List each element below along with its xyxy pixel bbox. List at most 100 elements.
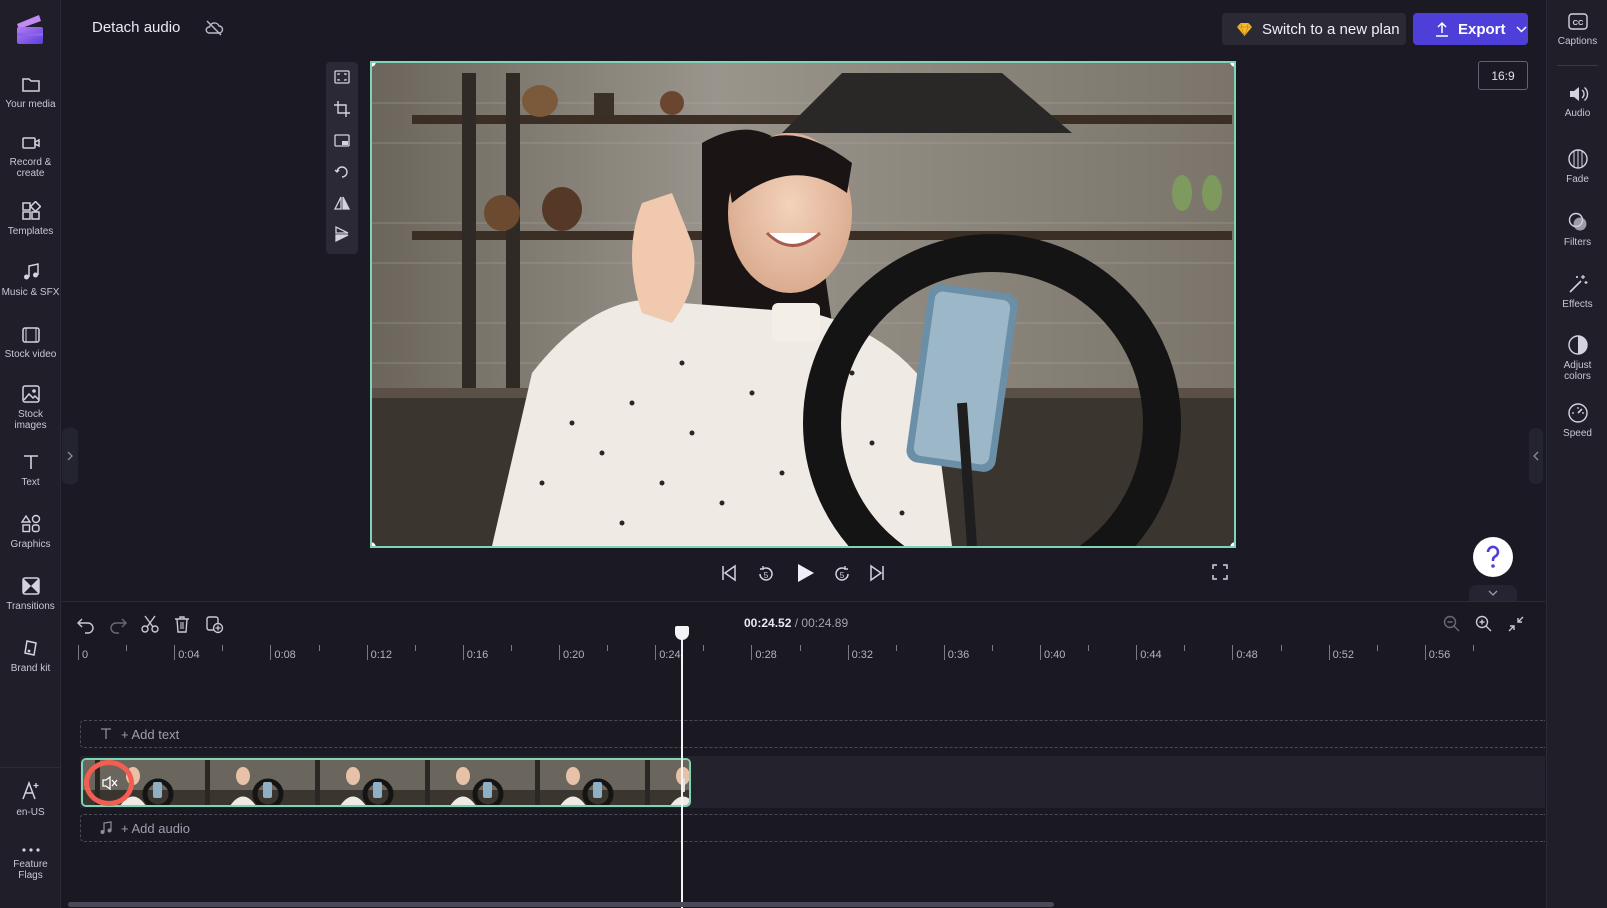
rewind-5s-icon[interactable]: 5 [756,564,776,584]
skip-back-icon[interactable] [720,564,738,582]
rail-templates[interactable]: Templates [0,201,61,237]
ruler-label: 0:20 [563,649,585,661]
rail-speed[interactable]: Speed [1547,402,1607,439]
ruler-minor-tick [126,645,128,651]
chevron-left-icon [1533,451,1539,461]
clipchamp-logo[interactable] [13,12,47,46]
duplicate-icon[interactable] [204,614,224,634]
question-mark-icon [1486,545,1500,568]
undo-icon[interactable] [76,614,96,634]
rail-filters[interactable]: Filters [1547,211,1607,248]
ruler-major-tick [270,645,272,660]
rail-label: Speed [1563,428,1592,439]
collapse-preview-handle[interactable] [1469,585,1517,601]
rail-text[interactable]: Text [0,452,61,488]
rail-stock-images[interactable]: Stock images [0,384,61,431]
crop-icon[interactable] [333,100,351,118]
ruler-label: 0:52 [1332,649,1355,661]
rotate-icon[interactable] [333,163,351,181]
rail-graphics[interactable]: Graphics [0,514,61,550]
mute-button-highlight [84,760,134,806]
ruler-major-tick [174,645,176,660]
ruler-label: 0:40 [1044,649,1066,661]
project-title[interactable]: Detach audio [92,19,180,36]
chevron-down-icon [1488,590,1498,596]
cloud-off-icon[interactable] [204,18,224,38]
ruler-major-tick [462,645,464,660]
ruler-major-tick [847,645,849,660]
rail-music-sfx[interactable]: Music & SFX [0,262,61,298]
rail-transitions[interactable]: Transitions [0,576,61,612]
ruler-major-tick [1040,645,1041,660]
ruler-minor-tick [1280,645,1282,651]
ruler-label: 0:24 [659,649,681,661]
rail-feature-flags[interactable]: Feature Flags [0,846,61,881]
resize-handle-bottom-right[interactable] [1230,542,1234,546]
rail-label: Captions [1557,36,1598,47]
rail-label: Fade [1566,174,1589,185]
video-preview[interactable] [370,61,1236,548]
fullscreen-icon[interactable] [1212,564,1228,580]
export-button[interactable]: Export [1413,13,1528,45]
left-sidebar: Your media Record & create Templates Mus… [0,0,61,908]
adjust-colors-icon [1567,335,1588,355]
add-audio-label: + Add audio [121,820,191,836]
rail-label: Filters [1563,237,1592,248]
forward-5s-icon[interactable]: 5 [832,564,852,584]
rail-record-create[interactable]: Record & create [0,134,61,179]
chevron-down-icon [1515,25,1527,33]
timeline-ruler[interactable]: 0 0:04 0:08 0:12 0:16 0:20 0:24 0:28 0:32 0:36 0:4… [78,642,1545,666]
play-icon[interactable] [794,562,816,584]
rail-brand-kit[interactable]: Brand kit [0,638,61,674]
ruler-label: 0:36 [947,649,970,661]
video-clip[interactable] [81,758,691,807]
rail-label: Feature Flags [13,859,48,881]
flip-vertical-icon[interactable] [333,225,351,243]
rail-your-media[interactable]: Your media [0,76,61,110]
ruler-major-tick [559,645,560,660]
more-dots-icon [21,848,40,852]
speaker-icon [1569,86,1588,102]
playhead-handle[interactable] [675,626,689,640]
ruler-major-tick [655,645,657,660]
help-button[interactable] [1473,537,1513,577]
rail-label: Music & SFX [1,287,60,298]
timeline-scrollbar[interactable] [68,902,1054,907]
zoom-in-icon[interactable] [1474,614,1494,634]
rail-fade[interactable]: Fade [1547,148,1607,185]
zoom-out-icon[interactable] [1442,614,1462,634]
image-icon [21,385,40,403]
picture-in-picture-icon[interactable] [333,132,351,150]
split-scissors-icon[interactable] [140,614,160,634]
ruler-minor-tick [703,645,705,651]
rail-divider [0,767,61,768]
ruler-label: 0:16 [466,649,489,661]
switch-plan-button[interactable]: Switch to a new plan [1222,13,1406,45]
ruler-major-tick [1424,645,1426,660]
left-panel-expand-handle[interactable] [62,428,78,484]
rail-adjust-colors[interactable]: Adjust colors [1547,334,1607,382]
skip-forward-icon[interactable] [868,564,886,582]
fit-icon[interactable] [333,68,351,86]
rail-label: Stock images [14,409,47,431]
add-audio-track[interactable]: + Add audio [80,814,1545,842]
diamond-icon [1237,22,1252,36]
flip-horizontal-icon[interactable] [333,194,351,212]
rail-effects[interactable]: Effects [1547,273,1607,310]
rail-captions[interactable]: CC Captions [1547,12,1607,47]
redo-icon[interactable] [108,614,128,634]
playhead[interactable] [681,632,683,908]
rail-audio[interactable]: Audio [1547,84,1607,119]
right-panel-expand-handle[interactable] [1529,428,1543,484]
delete-icon[interactable] [172,614,192,634]
ruler-minor-tick [510,645,512,651]
upload-icon [1436,21,1448,37]
camera-icon [21,137,40,149]
fit-timeline-icon[interactable] [1506,614,1526,634]
add-text-track[interactable]: + Add text [80,720,1545,748]
ruler-label: 0:08 [274,649,296,661]
rail-stock-video[interactable]: Stock video [0,326,61,360]
rail-language[interactable]: en-US [0,780,61,818]
captions-icon: CC [1567,13,1588,30]
aspect-ratio-button[interactable]: 16:9 [1478,61,1528,90]
